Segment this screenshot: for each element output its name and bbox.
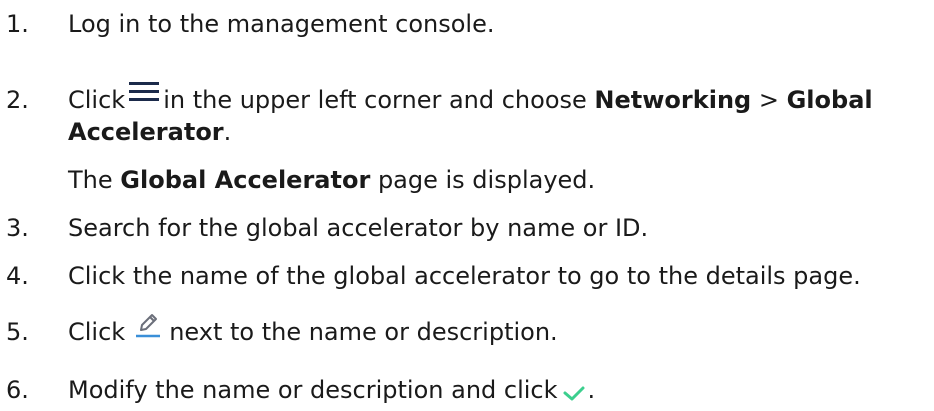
step-text-post: next to the name or description. bbox=[169, 318, 558, 346]
note-pre: The bbox=[68, 166, 113, 194]
step-text-pre: Modify the name or description and click bbox=[68, 376, 558, 404]
step-text: Click the name of the global accelerator… bbox=[68, 262, 861, 290]
step-text-end: . bbox=[223, 118, 232, 146]
step-text-pre: Click bbox=[68, 86, 126, 114]
step-text-pre: Click bbox=[68, 318, 126, 346]
note-rest: page is displayed. bbox=[377, 166, 596, 194]
step-number: 3. bbox=[6, 214, 29, 242]
step-text: Click next to the name or description. bbox=[68, 314, 930, 348]
step-number: 5. bbox=[6, 318, 29, 346]
step-number: 6. bbox=[6, 376, 29, 404]
step-text: Click in the upper left corner and choose… bbox=[68, 82, 930, 116]
step-text-mid: in the upper left corner and choose bbox=[163, 86, 587, 114]
step-number: 2. bbox=[6, 86, 29, 114]
step-2-continuation: Accelerator. bbox=[68, 116, 930, 148]
step-2-note: The Global Accelerator page is displayed… bbox=[68, 164, 930, 196]
menu-path-global: Global bbox=[786, 86, 873, 114]
step-number: 1. bbox=[6, 10, 29, 38]
step-text-post: . bbox=[587, 376, 596, 404]
menu-path-networking: Networking bbox=[594, 86, 752, 114]
note-page-name: Global Accelerator bbox=[120, 166, 371, 194]
step-number: 4. bbox=[6, 262, 29, 290]
step-text: Search for the global accelerator by nam… bbox=[68, 214, 649, 242]
menu-path-accelerator: Accelerator bbox=[68, 118, 224, 146]
check-icon bbox=[562, 379, 586, 401]
menu-path-separator: > bbox=[758, 86, 779, 114]
step-text: Modify the name or description and click… bbox=[68, 374, 930, 406]
menu-icon bbox=[129, 82, 160, 104]
edit-icon bbox=[133, 311, 163, 339]
step-text: Log in to the management console. bbox=[68, 10, 495, 38]
